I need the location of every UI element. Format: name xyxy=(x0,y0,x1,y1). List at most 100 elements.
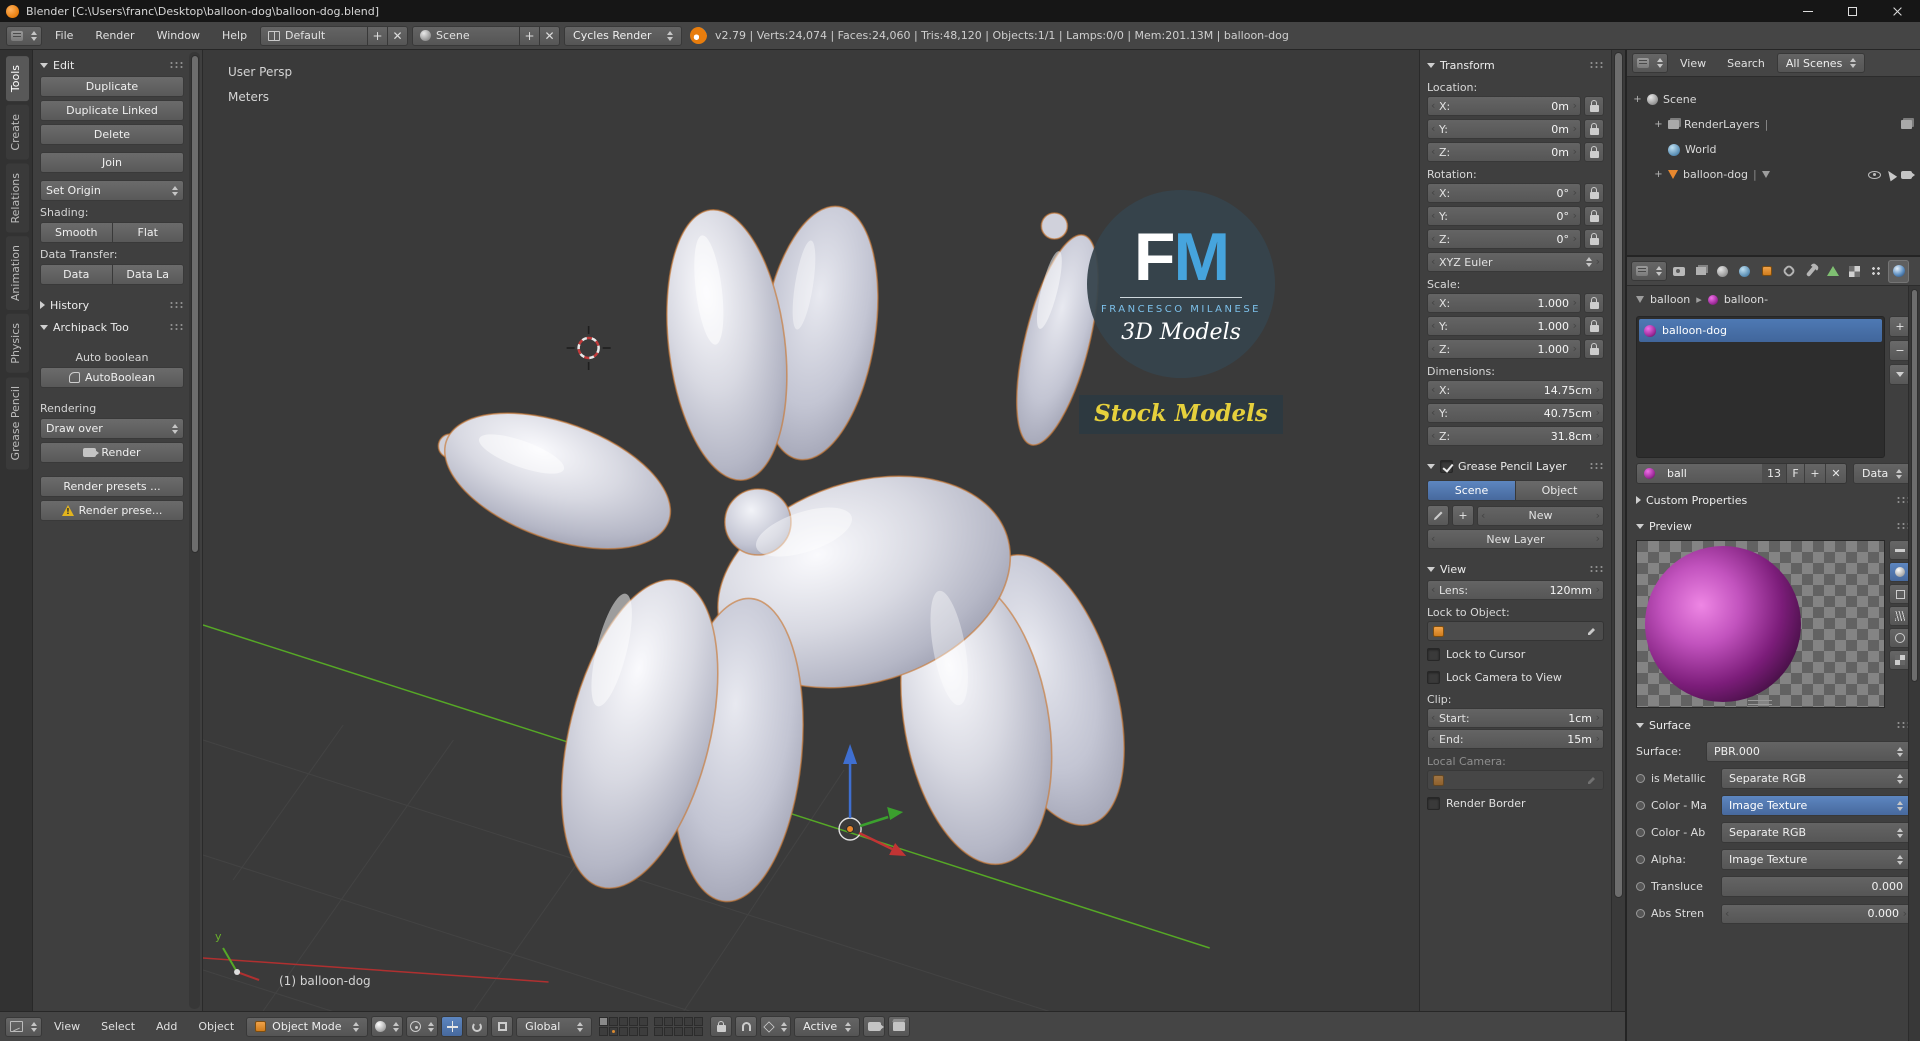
render-engine-selector[interactable]: Cycles Render xyxy=(564,25,683,46)
panel-grip-icon[interactable] xyxy=(169,323,184,331)
location-y-field[interactable]: Y:0m xyxy=(1427,119,1581,139)
custom-properties-panel-header[interactable]: Custom Properties xyxy=(1627,487,1920,513)
render-preset-warning-button[interactable]: ! Render prese... xyxy=(40,500,184,521)
set-origin-menu[interactable]: Set Origin xyxy=(40,180,184,201)
outliner-menu-search[interactable]: Search xyxy=(1718,50,1774,76)
lock-rotation-x-button[interactable] xyxy=(1584,183,1604,203)
duplicate-button[interactable]: Duplicate xyxy=(40,76,184,97)
menu-render[interactable]: Render xyxy=(86,22,143,49)
outliner-display-mode-selector[interactable]: All Scenes xyxy=(1776,53,1865,73)
tab-modifiers[interactable] xyxy=(1800,260,1821,283)
maximize-button[interactable] xyxy=(1830,0,1875,22)
manipulator-rotate-toggle[interactable] xyxy=(466,1016,489,1037)
tab-render[interactable] xyxy=(1668,260,1689,283)
material-slot-row[interactable]: balloon-dog xyxy=(1639,319,1882,342)
color-ab-node-selector[interactable]: Separate RGB xyxy=(1721,822,1911,843)
rotation-x-field[interactable]: X:0° xyxy=(1427,183,1581,203)
tab-physics[interactable]: Physics xyxy=(6,314,29,373)
tab-data[interactable] xyxy=(1822,260,1843,283)
tab-material[interactable] xyxy=(1888,259,1909,283)
minimize-button[interactable] xyxy=(1785,0,1830,22)
screen-layout-selector[interactable]: Default xyxy=(260,25,369,46)
tab-relations[interactable]: Relations xyxy=(6,163,29,233)
location-x-field[interactable]: X:0m xyxy=(1427,96,1581,116)
shade-smooth-button[interactable]: Smooth xyxy=(40,222,113,243)
preview-panel-header[interactable]: Preview xyxy=(1627,513,1920,539)
dimension-y-field[interactable]: Y:40.75cm xyxy=(1427,403,1604,423)
breadcrumb-object[interactable]: balloon xyxy=(1650,293,1690,306)
expand-icon[interactable]: + xyxy=(1654,119,1663,130)
grease-pencil-checkbox[interactable] xyxy=(1440,459,1453,473)
orientation-selector[interactable]: Global xyxy=(516,1016,593,1037)
layer-toggle[interactable] xyxy=(629,1027,639,1036)
panel-grip-icon[interactable] xyxy=(1589,61,1604,69)
lock-camera-row[interactable]: Lock Camera to View xyxy=(1427,667,1604,688)
lock-to-object-field[interactable] xyxy=(1427,621,1604,641)
npanel-scrollbar[interactable] xyxy=(1611,50,1625,1011)
scale-z-field[interactable]: Z:1.000 xyxy=(1427,339,1581,359)
is-metallic-node-selector[interactable]: Separate RGB xyxy=(1721,768,1911,789)
render-toggle-icon[interactable] xyxy=(1901,120,1912,129)
gp-draw-button[interactable] xyxy=(1427,505,1449,526)
tab-object[interactable] xyxy=(1756,260,1777,283)
tab-world[interactable] xyxy=(1734,260,1755,283)
outliner-item-balloon-dog[interactable]: + balloon-dog | xyxy=(1633,162,1916,187)
lock-rotation-y-button[interactable] xyxy=(1584,206,1604,226)
toolshelf-scrollbar[interactable] xyxy=(189,52,200,1009)
tab-scene[interactable] xyxy=(1712,260,1733,283)
layer-toggle[interactable] xyxy=(664,1027,674,1036)
layer-toggle[interactable] xyxy=(619,1017,629,1026)
layer-toggle[interactable] xyxy=(694,1017,704,1026)
scrollbar-thumb[interactable] xyxy=(1614,52,1623,898)
menu-add[interactable]: Add xyxy=(147,1012,186,1041)
layer-toggle[interactable] xyxy=(639,1027,649,1036)
expand-icon[interactable]: + xyxy=(1633,94,1642,105)
tab-render-layers[interactable] xyxy=(1690,260,1711,283)
layer-toggle[interactable] xyxy=(599,1027,609,1036)
unlink-material-button[interactable]: ✕ xyxy=(1825,464,1846,483)
transfer-data-button[interactable]: Data xyxy=(40,264,113,285)
render-border-row[interactable]: Render Border xyxy=(1427,793,1604,814)
transform-manipulator[interactable] xyxy=(838,744,907,856)
gp-tab-object[interactable]: Object xyxy=(1516,480,1604,501)
outliner-editor-type-selector[interactable] xyxy=(1632,53,1668,73)
menu-window[interactable]: Window xyxy=(148,22,209,49)
panel-grip-icon[interactable] xyxy=(169,61,184,69)
shade-flat-button[interactable]: Flat xyxy=(112,222,184,243)
surface-panel-header[interactable]: Surface xyxy=(1627,712,1920,738)
layers-grid-right[interactable] xyxy=(654,1017,704,1036)
cursor-3d[interactable] xyxy=(566,326,611,370)
archipack-panel-header[interactable]: Archipack Too xyxy=(40,316,184,338)
menu-object[interactable]: Object xyxy=(189,1012,243,1041)
layers-widget[interactable] xyxy=(599,1017,704,1036)
surface-shader-selector[interactable]: PBR.000 xyxy=(1706,741,1911,762)
clip-end-field[interactable]: End:15m xyxy=(1427,729,1604,749)
outliner-menu-view[interactable]: View xyxy=(1671,50,1715,76)
opengl-render-anim-button[interactable] xyxy=(888,1016,911,1037)
location-z-field[interactable]: Z:0m xyxy=(1427,142,1581,162)
manipulator-scale-toggle[interactable] xyxy=(491,1016,514,1037)
panel-grip-icon[interactable] xyxy=(1589,565,1604,573)
scrollbar-thumb[interactable] xyxy=(190,55,199,553)
tab-animation[interactable]: Animation xyxy=(6,236,29,311)
edit-panel-header[interactable]: Edit xyxy=(40,54,184,76)
new-material-button[interactable]: + xyxy=(1804,464,1825,483)
layer-toggle[interactable] xyxy=(609,1017,619,1026)
rotation-z-field[interactable]: Z:0° xyxy=(1427,229,1581,249)
fake-user-button[interactable]: F xyxy=(1786,464,1804,483)
absorption-strength-field[interactable]: 0.000 xyxy=(1721,903,1911,924)
layer-toggle[interactable] xyxy=(674,1017,684,1026)
panel-grip-icon[interactable] xyxy=(169,301,184,309)
tab-create[interactable]: Create xyxy=(6,105,29,160)
browse-material-button[interactable] xyxy=(1637,464,1661,483)
menu-select[interactable]: Select xyxy=(92,1012,144,1041)
tab-constraints[interactable] xyxy=(1778,260,1799,283)
menu-view[interactable]: View xyxy=(45,1012,89,1041)
material-slot-list[interactable]: balloon-dog xyxy=(1636,316,1885,458)
properties-scrollbar[interactable] xyxy=(1908,286,1920,1041)
properties-editor-type-selector[interactable] xyxy=(1631,261,1667,281)
preview-resize-grip[interactable] xyxy=(1748,700,1773,705)
lock-location-x-button[interactable] xyxy=(1584,96,1604,116)
tab-texture[interactable] xyxy=(1844,260,1865,283)
gp-add-button[interactable]: + xyxy=(1452,505,1474,526)
